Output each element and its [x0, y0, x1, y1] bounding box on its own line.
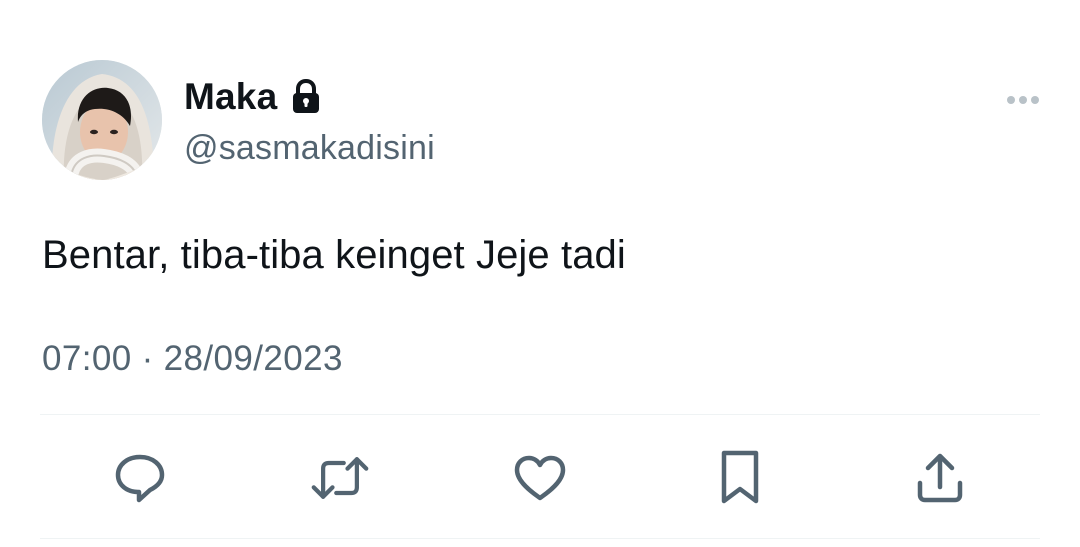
bookmark-icon [721, 450, 759, 504]
handle[interactable]: @sasmakadisini [184, 127, 435, 169]
like-button[interactable] [510, 448, 570, 508]
display-name[interactable]: Maka [184, 74, 277, 120]
reply-button[interactable] [110, 448, 170, 508]
heart-icon [514, 455, 566, 501]
share-button[interactable] [910, 448, 970, 508]
share-icon [917, 453, 963, 503]
tweet-date: 28/09/2023 [163, 339, 343, 378]
reply-icon [115, 454, 165, 503]
divider-top [40, 414, 1040, 415]
divider-bottom [40, 538, 1040, 539]
meta-separator: · [141, 339, 154, 378]
tweet-timestamp[interactable]: 07:00 · 28/09/2023 [42, 336, 343, 382]
tweet-actions-bar [0, 448, 1080, 508]
avatar-photo [42, 60, 162, 180]
retweet-button[interactable] [310, 448, 370, 508]
avatar[interactable] [42, 60, 162, 180]
lock-icon [291, 78, 321, 115]
tweet-time: 07:00 [42, 339, 132, 378]
retweet-icon [311, 457, 369, 499]
tweet-text: Bentar, tiba-tiba keinget Jeje tadi [42, 233, 626, 277]
bookmark-button[interactable] [710, 448, 770, 508]
more-options-button[interactable] [1000, 86, 1046, 114]
display-name-row: Maka [184, 74, 321, 120]
more-dots-icon [1007, 96, 1039, 104]
